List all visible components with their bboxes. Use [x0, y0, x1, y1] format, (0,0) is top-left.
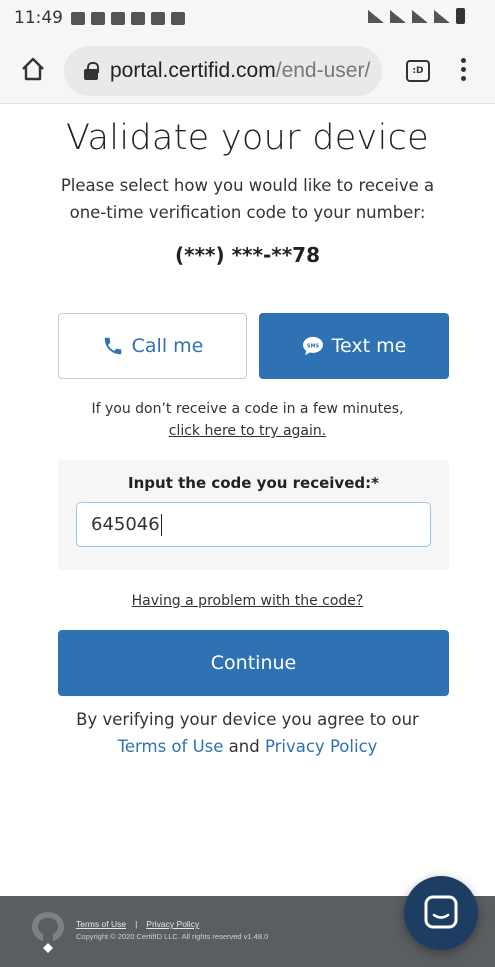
footer-separator: |	[135, 919, 138, 929]
agreement-and: and	[228, 737, 260, 756]
call-me-button[interactable]: Call me	[58, 313, 247, 379]
chat-launcher-button[interactable]	[404, 876, 478, 950]
page-subtitle: Please select how you would like to rece…	[60, 176, 435, 222]
footer-privacy-link[interactable]: Privacy Policy	[146, 919, 199, 929]
text-me-button[interactable]: SMS Text me	[259, 313, 449, 379]
svg-text:SMS: SMS	[307, 343, 320, 349]
call-me-label: Call me	[131, 335, 204, 357]
signal-icon	[434, 9, 450, 23]
status-bar: 11:49	[0, 0, 495, 36]
browser-toolbar: portal.certifid.com/end-user/ :D	[0, 36, 495, 104]
page-title: Validate your device	[66, 118, 429, 158]
try-again-link[interactable]: click here to try again.	[0, 423, 495, 439]
app-icon	[131, 11, 145, 25]
resend-note: If you don’t receive a code in a few min…	[91, 401, 404, 417]
lock-icon	[84, 62, 99, 80]
url-path: /end-user/	[275, 59, 371, 82]
code-input-label: Input the code you received:*	[128, 474, 379, 492]
overflow-menu-icon[interactable]	[461, 58, 467, 84]
footer-links: Terms of Use | Privacy Policy	[76, 919, 199, 929]
tab-switcher-icon[interactable]: :D	[406, 60, 430, 82]
url-domain: portal.certifid.com	[110, 59, 276, 82]
footer-copyright: Copyright © 2020 CertifID LLC. All right…	[76, 932, 269, 941]
agreement-prefix: By verifying your device you agree to ou…	[76, 710, 419, 729]
privacy-policy-link[interactable]: Privacy Policy	[265, 737, 377, 756]
problem-with-code-link[interactable]: Having a problem with the code?	[0, 593, 495, 609]
mail-icon	[91, 11, 105, 25]
code-entry-panel: Input the code you received:* 645046	[58, 460, 449, 570]
terms-of-use-link[interactable]: Terms of Use	[118, 737, 224, 756]
sms-icon: SMS	[302, 336, 323, 356]
url-text: portal.certifid.com/end-user/	[110, 59, 370, 83]
continue-button[interactable]: Continue	[58, 630, 449, 696]
continue-label: Continue	[210, 652, 297, 674]
notification-icons	[71, 11, 185, 25]
home-icon[interactable]	[20, 56, 46, 82]
text-cursor	[160, 514, 162, 536]
system-icons	[368, 8, 465, 24]
alarm-icon	[368, 9, 384, 23]
footer-terms-link[interactable]: Terms of Use	[76, 919, 126, 929]
masked-phone-number: (***) ***-**78	[174, 243, 321, 267]
battery-icon	[456, 8, 465, 24]
chat-icon	[424, 895, 458, 929]
verification-code-input[interactable]: 645046	[76, 502, 431, 547]
address-bar[interactable]: portal.certifid.com/end-user/	[64, 46, 382, 96]
text-me-label: Text me	[331, 335, 407, 357]
code-value: 645046	[91, 514, 160, 535]
messenger-icon	[71, 11, 85, 25]
app-icon	[111, 11, 125, 25]
record-icon	[151, 11, 165, 25]
gallery-icon	[171, 11, 185, 25]
phone-icon	[104, 337, 121, 355]
agreement-text: By verifying your device you agree to ou…	[40, 706, 455, 760]
status-time: 11:49	[14, 8, 63, 28]
wifi-icon	[412, 9, 428, 23]
certifid-logo-icon	[32, 912, 64, 953]
mute-icon	[390, 9, 406, 23]
